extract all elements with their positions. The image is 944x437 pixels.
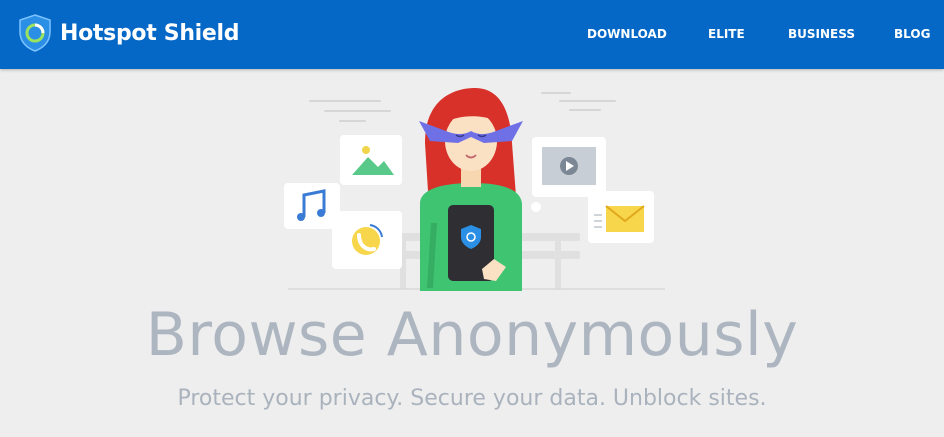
hero-illustration <box>284 88 665 291</box>
shield-logo-icon <box>19 14 51 52</box>
nav-download[interactable]: DOWNLOAD <box>587 27 667 41</box>
phone-call-card <box>332 211 402 269</box>
nav-business[interactable]: BUSINESS <box>788 27 855 41</box>
top-navigation-bar: Hotspot Shield DOWNLOAD ELITE BUSINESS B… <box>0 0 944 69</box>
hero-title: Browse Anonymously <box>145 300 799 370</box>
hero-subtitle: Protect your privacy. Secure your data. … <box>177 386 767 411</box>
brand-name: Hotspot Shield <box>60 20 240 46</box>
brand-link[interactable]: Hotspot Shield <box>18 13 240 53</box>
mail-card <box>588 191 654 243</box>
woman-figure <box>419 88 523 291</box>
music-card <box>284 183 340 229</box>
video-card <box>532 137 606 197</box>
photo-card <box>340 135 402 185</box>
decor-dot <box>531 202 541 212</box>
nav-elite[interactable]: ELITE <box>708 27 745 41</box>
nav-blog[interactable]: BLOG <box>894 27 930 41</box>
hero-section <box>0 69 944 437</box>
